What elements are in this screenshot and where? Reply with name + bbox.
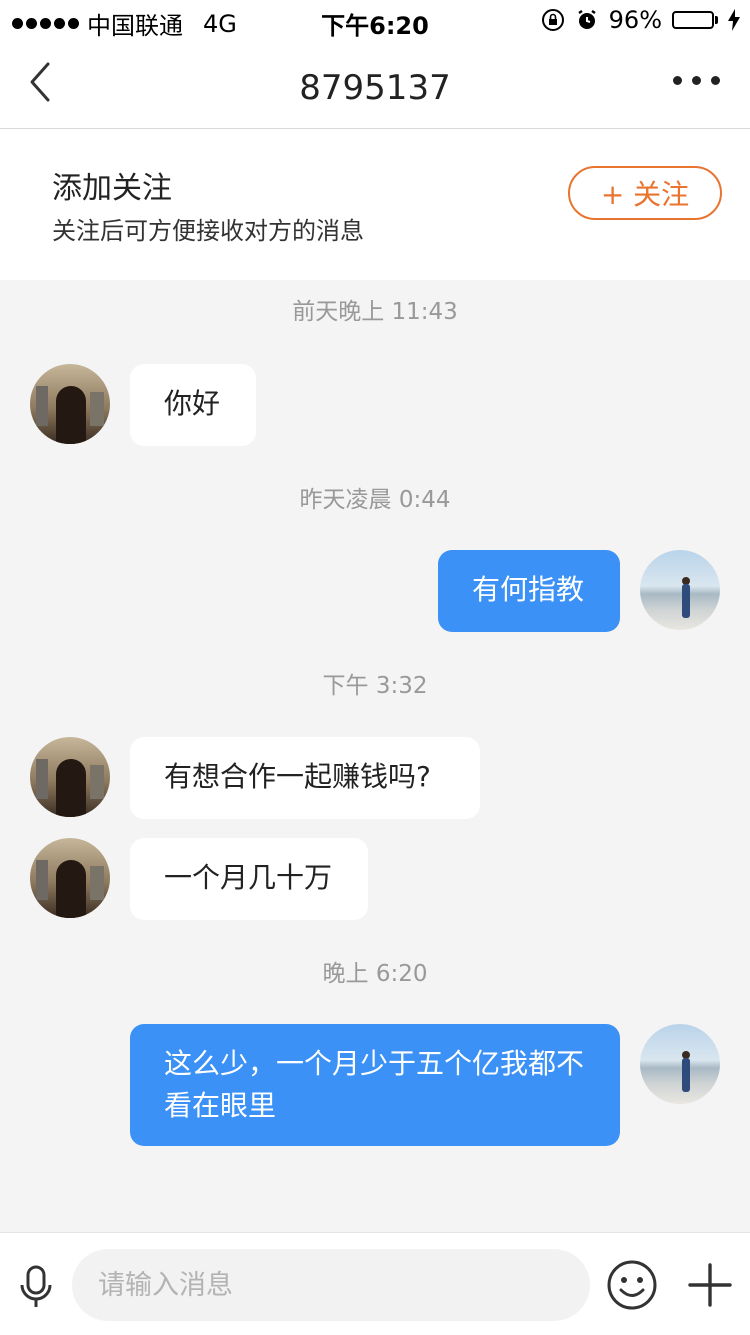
more-dots-icon [673, 76, 682, 85]
message-bubble-incoming[interactable]: 一个月几十万 [130, 838, 368, 920]
battery-percent: 96% [608, 6, 662, 34]
message-bubble-outgoing[interactable]: 有何指教 [438, 550, 620, 632]
timestamp: 前天晚上 11:43 [292, 299, 458, 325]
more-dot [711, 76, 720, 85]
message-bubble-outgoing[interactable]: 这么少，一个月少于五个亿我都不看在眼里 [130, 1024, 620, 1146]
status-bar: 中国联通 4G 下午6:20 96% [0, 0, 750, 40]
follow-button[interactable]: + 关注 [568, 166, 722, 220]
status-right: 96% [541, 6, 740, 34]
contact-avatar[interactable] [30, 364, 110, 444]
follow-button-label: + 关注 [600, 178, 690, 211]
page-title: 8795137 [299, 68, 451, 108]
message-bubble-incoming[interactable]: 你好 [130, 364, 256, 446]
message-input[interactable] [72, 1249, 590, 1321]
timestamp: 下午 3:32 [322, 673, 428, 699]
follow-subtitle: 关注后可方便接收对方的消息 [52, 217, 364, 245]
more-dot [692, 76, 701, 85]
contact-avatar[interactable] [30, 737, 110, 817]
message-text: 一个月几十万 [164, 861, 333, 894]
follow-title: 添加关注 [52, 171, 172, 206]
my-avatar[interactable] [640, 550, 720, 630]
plus-icon[interactable] [686, 1261, 734, 1309]
message-bubble-incoming[interactable]: 有想合作一起赚钱吗? [130, 737, 480, 819]
my-avatar[interactable] [640, 1024, 720, 1104]
more-button[interactable] [673, 76, 720, 85]
timestamp: 晚上 6:20 [322, 961, 428, 987]
battery-icon [672, 11, 718, 29]
timestamp: 昨天凌晨 0:44 [299, 487, 451, 513]
message-text: 这么少，一个月少于五个亿我都不看在眼里 [164, 1047, 585, 1122]
rotation-lock-icon [541, 9, 564, 31]
alarm-clock-icon [577, 10, 596, 29]
message-text: 有何指教 [472, 573, 585, 606]
microphone-icon[interactable] [16, 1263, 56, 1311]
charging-bolt-icon [728, 9, 740, 31]
nav-bar: 8795137 [0, 40, 750, 129]
message-text: 你好 [164, 387, 221, 420]
message-text: 有想合作一起赚钱吗? [164, 760, 431, 793]
input-bar [0, 1232, 750, 1335]
follow-banner: 添加关注 关注后可方便接收对方的消息 + 关注 [0, 129, 750, 280]
smiley-icon[interactable] [606, 1259, 658, 1311]
contact-avatar[interactable] [30, 838, 110, 918]
